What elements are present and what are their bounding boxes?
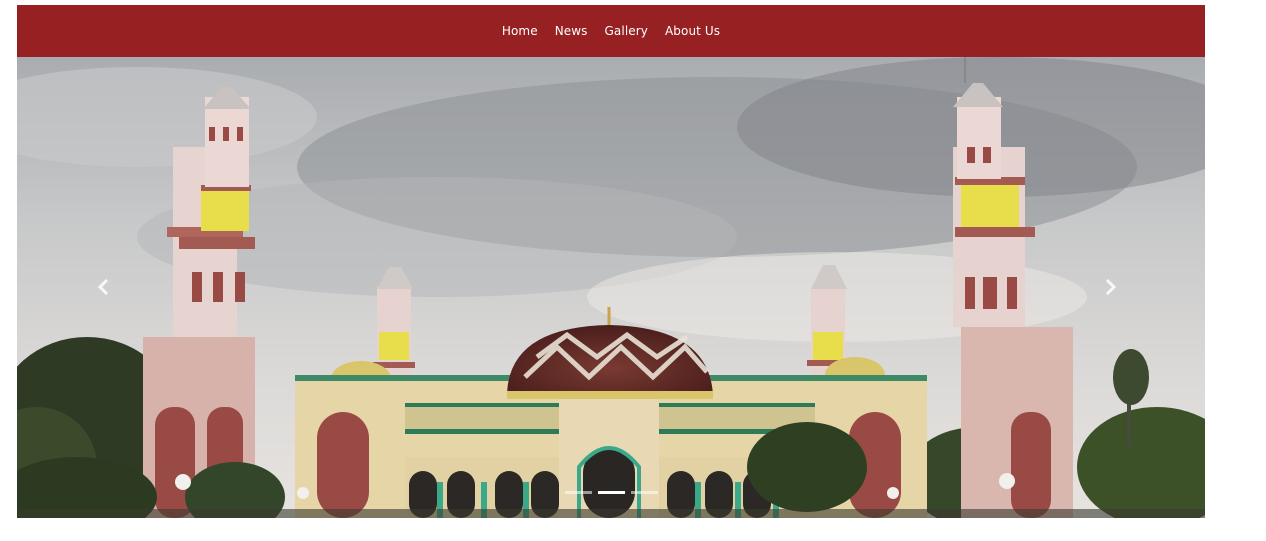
chevron-right-icon: [1105, 278, 1117, 296]
chevron-left-icon: [97, 278, 109, 296]
nav-news-link[interactable]: News: [555, 22, 588, 40]
nav-home-link[interactable]: Home: [502, 22, 538, 40]
page-wrapper: Home News Gallery About Us: [17, 5, 1205, 518]
nav-gallery-link[interactable]: Gallery: [605, 22, 648, 40]
carousel-prev-button[interactable]: [91, 275, 115, 299]
carousel-indicator-3[interactable]: [631, 491, 658, 494]
carousel-next-button[interactable]: [1099, 275, 1123, 299]
top-navbar: Home News Gallery About Us: [17, 5, 1205, 57]
carousel-indicator-1[interactable]: [565, 491, 592, 494]
hero-carousel: [17, 57, 1205, 518]
carousel-indicator-2[interactable]: [598, 491, 625, 494]
carousel-indicators: [565, 491, 658, 494]
nav-about-us-link[interactable]: About Us: [665, 22, 720, 40]
mosque-slide-image: [17, 57, 1205, 518]
